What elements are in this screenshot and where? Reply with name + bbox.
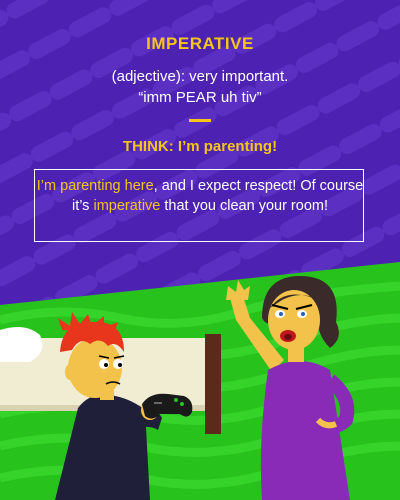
door-frame-icon bbox=[205, 334, 221, 434]
vocab-card: IMPERATIVE (adjective): very important. … bbox=[0, 0, 400, 500]
illustration bbox=[0, 262, 400, 500]
